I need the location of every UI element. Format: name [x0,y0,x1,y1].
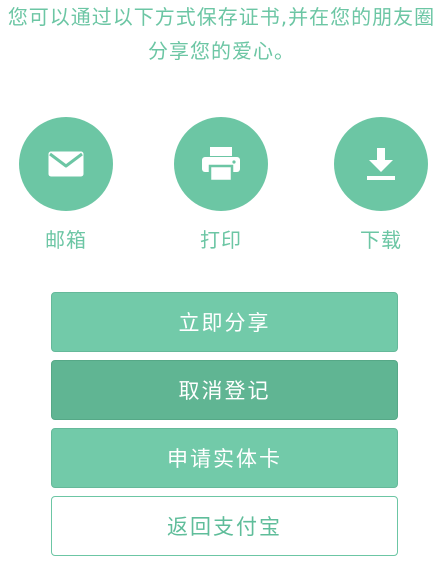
save-option-mail[interactable]: 邮箱 [16,117,116,253]
save-option-download[interactable]: 下载 [331,117,431,253]
intro-text: 您可以通过以下方式保存证书,并在您的朋友圈 分享您的爱心。 [0,0,443,68]
save-option-print[interactable]: 打印 [171,117,271,253]
intro-line-2: 分享您的爱心。 [148,39,295,63]
certificate-save-page: 您可以通过以下方式保存证书,并在您的朋友圈 分享您的爱心。 邮箱 打印 下载 立… [0,0,443,563]
action-buttons: 立即分享 取消登记 申请实体卡 返回支付宝 [51,292,398,563]
mail-icon [48,151,84,177]
save-options: 邮箱 打印 下载 [0,117,443,257]
share-now-button[interactable]: 立即分享 [51,292,398,352]
mail-button[interactable] [19,117,113,211]
download-label: 下载 [360,228,402,252]
intro-line-1: 您可以通过以下方式保存证书,并在您的朋友圈 [7,5,436,29]
download-icon [367,148,395,180]
print-button[interactable] [174,117,268,211]
return-alipay-button[interactable]: 返回支付宝 [51,496,398,556]
apply-physical-card-button[interactable]: 申请实体卡 [51,428,398,488]
printer-icon [202,147,240,182]
mail-label: 邮箱 [45,228,87,252]
cancel-registration-button[interactable]: 取消登记 [51,360,398,420]
print-label: 打印 [200,228,242,252]
download-button[interactable] [334,117,428,211]
